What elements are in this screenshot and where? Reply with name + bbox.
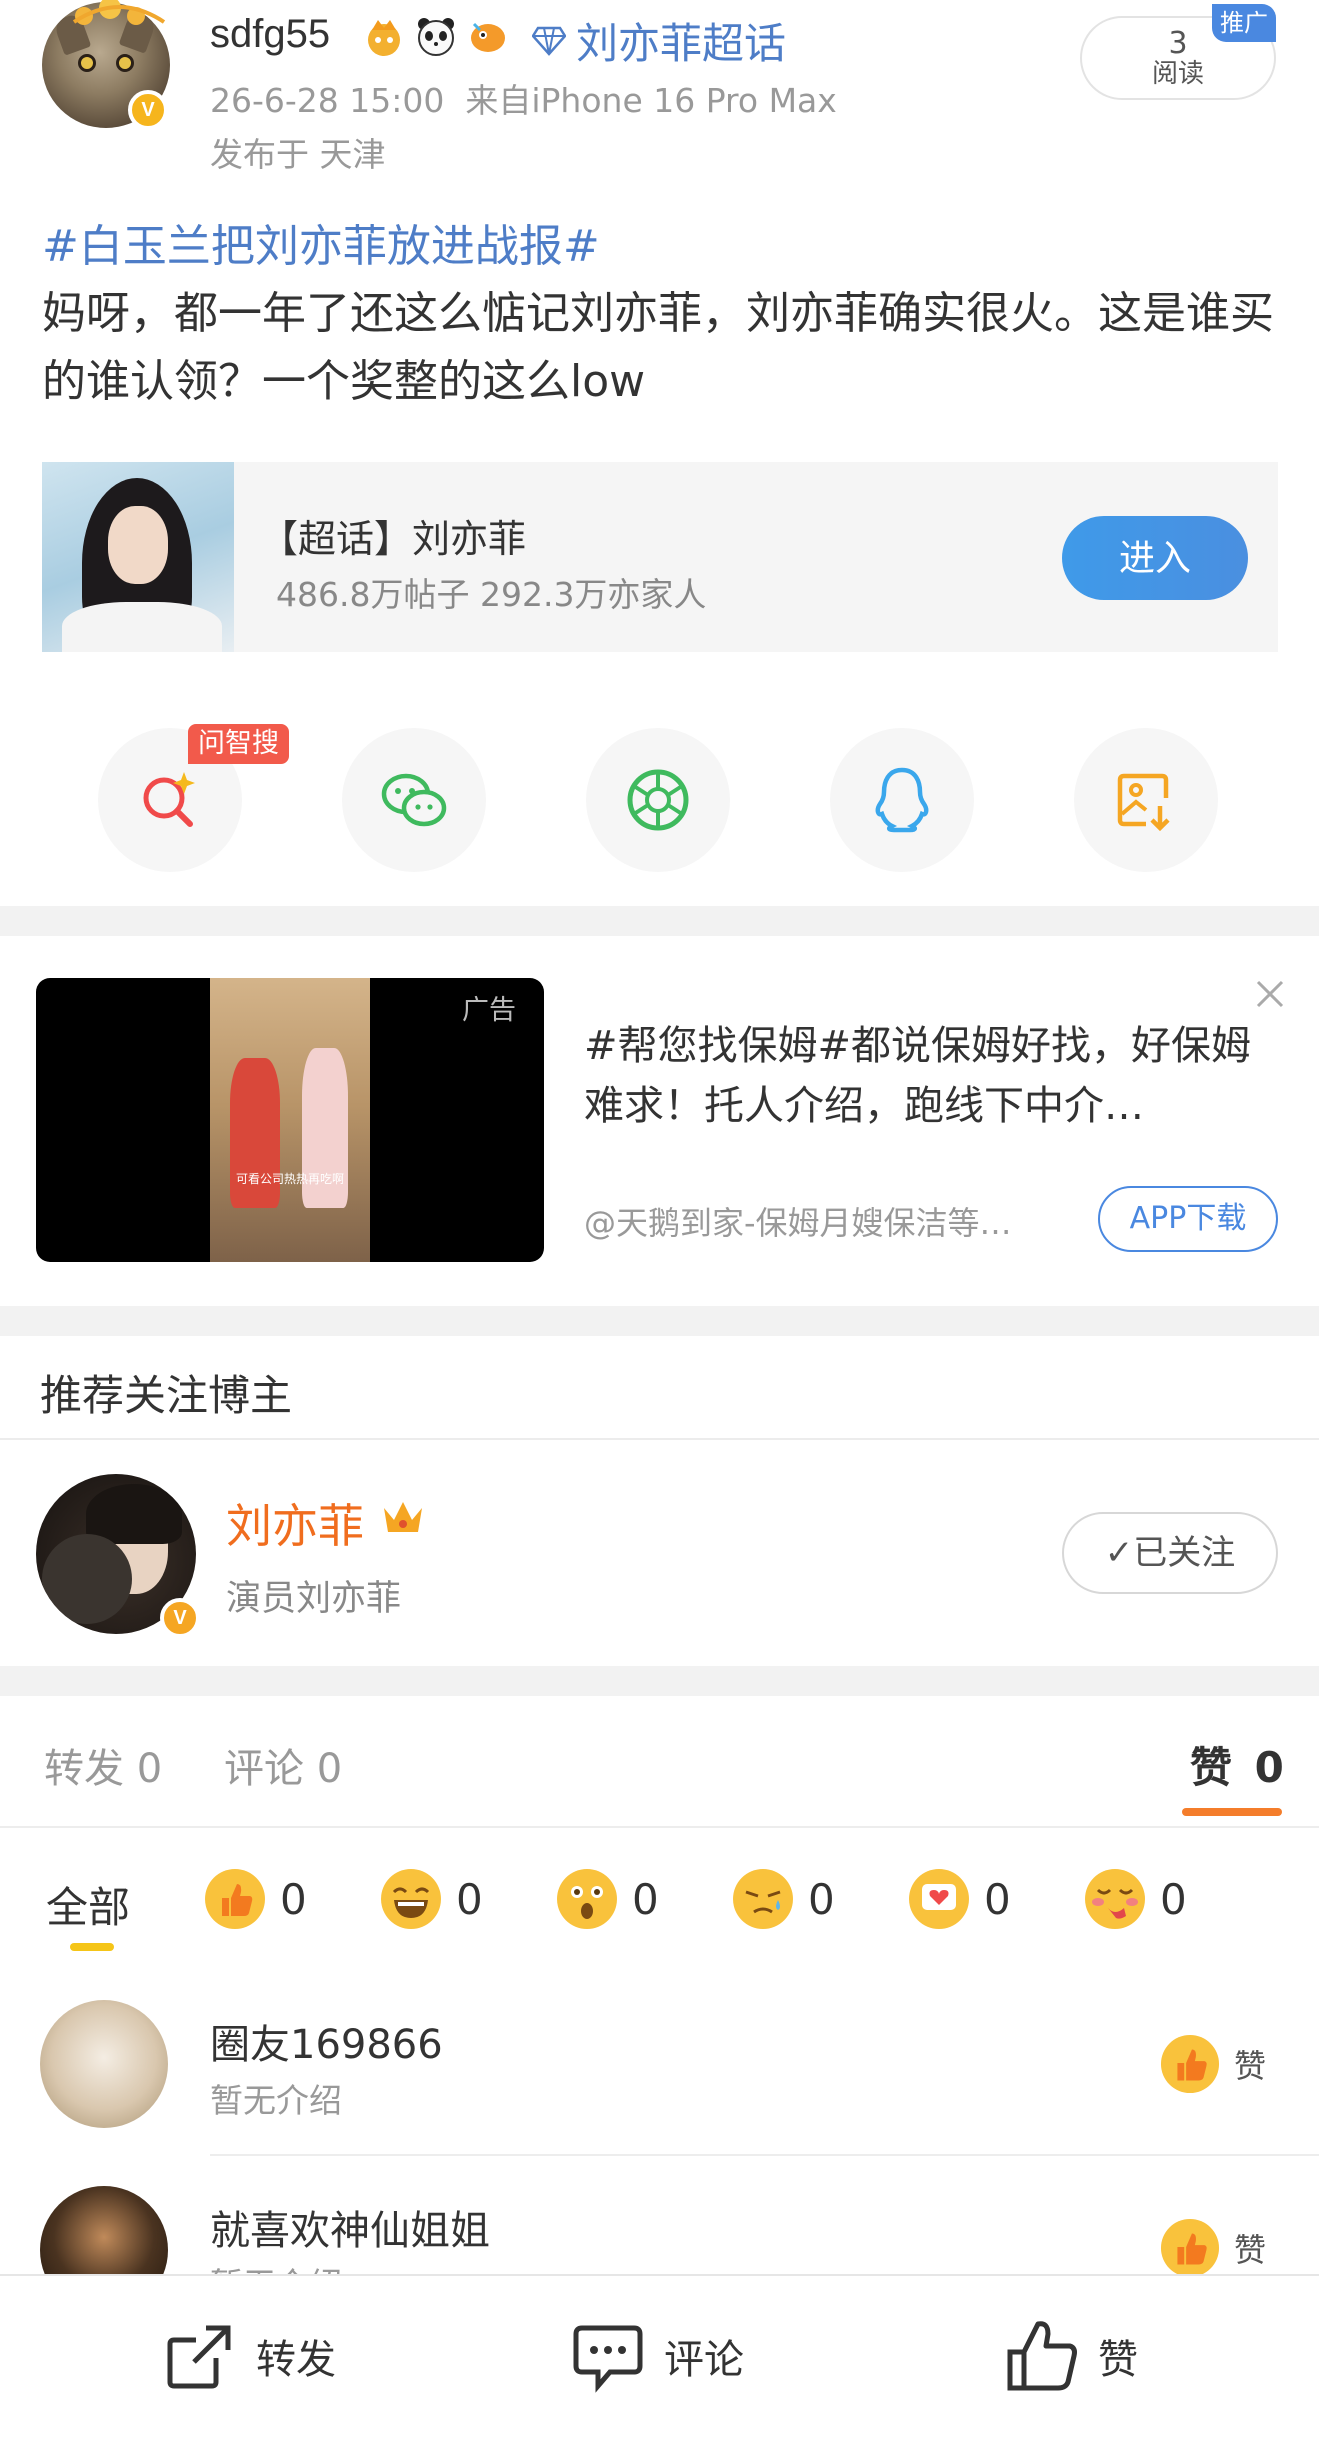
divider	[210, 2154, 1319, 2156]
thumbs-up-icon	[1160, 2034, 1220, 2094]
recommended-user-name[interactable]: 刘亦菲	[226, 1490, 364, 1556]
liker-like-label: 赞	[1234, 2231, 1267, 2269]
reaction-count: 0	[808, 1874, 835, 1924]
reaction-filter-heart[interactable]: 0	[908, 1868, 1011, 1930]
blush-reaction-icon	[1085, 1869, 1145, 1929]
reaction-filter-sad[interactable]: 0	[732, 1868, 835, 1930]
reaction-filter-thumbs-up[interactable]: 0	[204, 1868, 307, 1930]
repost-icon	[167, 2325, 231, 2389]
save-image-icon	[1117, 773, 1170, 832]
reaction-count: 0	[456, 1874, 483, 1924]
ad-tag: 广告	[462, 995, 516, 1026]
tab-like-count: 0	[1254, 1743, 1284, 1792]
following-button[interactable]: ✓已关注	[1062, 1512, 1278, 1594]
active-filter-indicator	[70, 1943, 114, 1951]
share-qq-button[interactable]	[830, 728, 974, 872]
like-label: 赞	[1098, 2337, 1138, 2383]
share-wechat-button[interactable]	[342, 728, 486, 872]
surprised-reaction-icon	[557, 1869, 617, 1929]
app-download-button[interactable]: APP下载	[1098, 1186, 1278, 1252]
ad-video-caption: 可看公司热热再吃啊	[235, 1172, 344, 1186]
supertopic-link[interactable]: 刘亦菲超话	[532, 10, 786, 71]
thumbs-up-icon	[1007, 2321, 1077, 2391]
tab-comment[interactable]: 评论 0	[224, 1736, 342, 1794]
supertopic-stats: 486.8万帖子 292.3万亦家人	[276, 575, 707, 614]
liker-like-label: 赞	[1234, 2047, 1267, 2085]
tab-repost[interactable]: 转发 0	[44, 1736, 162, 1794]
active-tab-indicator	[1182, 1808, 1282, 1816]
verified-badge-icon: V	[128, 90, 168, 130]
liker-like-button[interactable]: 赞	[1160, 2218, 1266, 2278]
section-separator	[0, 1306, 1319, 1336]
tab-like-label: 赞	[1190, 1743, 1233, 1792]
supertopic-link-label: 刘亦菲超话	[576, 19, 787, 68]
diamond-icon	[532, 26, 566, 56]
post-time-source: 26-6-28 15:00 来自iPhone 16 Pro Max	[210, 81, 837, 120]
ad-text[interactable]: #帮您找保姆#都说保姆好找，好保姆难求！托人介绍，跑线下中介…	[584, 1016, 1284, 1136]
crown-badge-icon	[368, 20, 400, 56]
comment-icon	[573, 2325, 643, 2393]
thumbs-up-icon	[1160, 2218, 1220, 2278]
close-ad-icon[interactable]	[1250, 974, 1290, 1014]
reaction-count: 0	[280, 1874, 307, 1924]
reaction-count: 0	[984, 1874, 1011, 1924]
avatar-frame-decoration-icon	[72, 0, 166, 25]
liker-name[interactable]: 圈友169866	[210, 2012, 443, 2070]
liker-like-button[interactable]: 赞	[1160, 2034, 1266, 2094]
post-location: 发布于 天津	[210, 135, 386, 174]
liker-intro: 暂无介绍	[210, 2081, 342, 2120]
section-separator	[0, 1666, 1319, 1696]
section-separator	[0, 906, 1319, 936]
fish-badge-icon	[471, 22, 505, 52]
save-image-button[interactable]	[1074, 728, 1218, 872]
tab-like[interactable]: 赞 0	[1190, 1734, 1284, 1795]
ad-source[interactable]: @天鹅到家-保姆月嫂保洁等…	[584, 1198, 1084, 1244]
crown-icon	[384, 1502, 422, 1532]
supertopic-cover-image	[42, 462, 234, 652]
verified-badge-icon: V	[160, 1598, 200, 1638]
reaction-filter-blush[interactable]: 0	[1084, 1868, 1187, 1930]
panda-badge-icon	[418, 18, 454, 56]
supertopic-title: 【超话】刘亦菲	[260, 517, 527, 561]
recommended-user-desc: 演员刘亦菲	[226, 1579, 402, 1619]
qq-icon	[875, 767, 929, 833]
heart-reaction-icon	[909, 1869, 969, 1929]
post-hashtag[interactable]: #白玉兰把刘亦菲放进战报#	[42, 210, 600, 274]
enter-supertopic-button[interactable]: 进入	[1062, 516, 1248, 600]
recommend-title: 推荐关注博主	[40, 1371, 293, 1420]
reaction-count: 0	[632, 1874, 659, 1924]
ai-search-icon	[143, 772, 195, 827]
divider	[0, 1438, 1319, 1440]
liker-avatar[interactable]	[40, 2000, 168, 2128]
comment-button[interactable]: 评论	[568, 2316, 744, 2396]
moments-icon	[627, 769, 689, 831]
comment-label: 评论	[664, 2337, 744, 2383]
author-name[interactable]: sdfg55	[210, 12, 330, 57]
reaction-filter-surprised[interactable]: 0	[556, 1868, 659, 1930]
laugh-reaction-icon	[381, 1869, 441, 1929]
share-moments-button[interactable]	[586, 728, 730, 872]
liker-name[interactable]: 就喜欢神仙姐姐	[210, 2198, 490, 2256]
repost-label: 转发	[256, 2337, 336, 2383]
post-body: 妈呀，都一年了还这么惦记刘亦菲，刘亦菲确实很火。这是谁买的谁认领？一个奖整的这么…	[42, 288, 1274, 407]
reaction-filter-laugh[interactable]: 0	[380, 1868, 483, 1930]
thumbs-up-reaction-icon	[205, 1869, 265, 1929]
reaction-count: 0	[1160, 1874, 1187, 1924]
reaction-filter-all[interactable]: 全部	[46, 1874, 130, 1935]
ai-search-tag: 问智搜	[188, 724, 289, 764]
wechat-icon	[381, 773, 447, 827]
sad-reaction-icon	[733, 1869, 793, 1929]
promotion-tag: 推广	[1212, 4, 1276, 42]
divider	[0, 1826, 1319, 1828]
repost-button[interactable]: 转发	[160, 2316, 336, 2396]
user-badges	[362, 14, 510, 58]
read-label: 阅读	[1151, 59, 1204, 89]
like-button[interactable]: 赞	[1002, 2316, 1138, 2396]
